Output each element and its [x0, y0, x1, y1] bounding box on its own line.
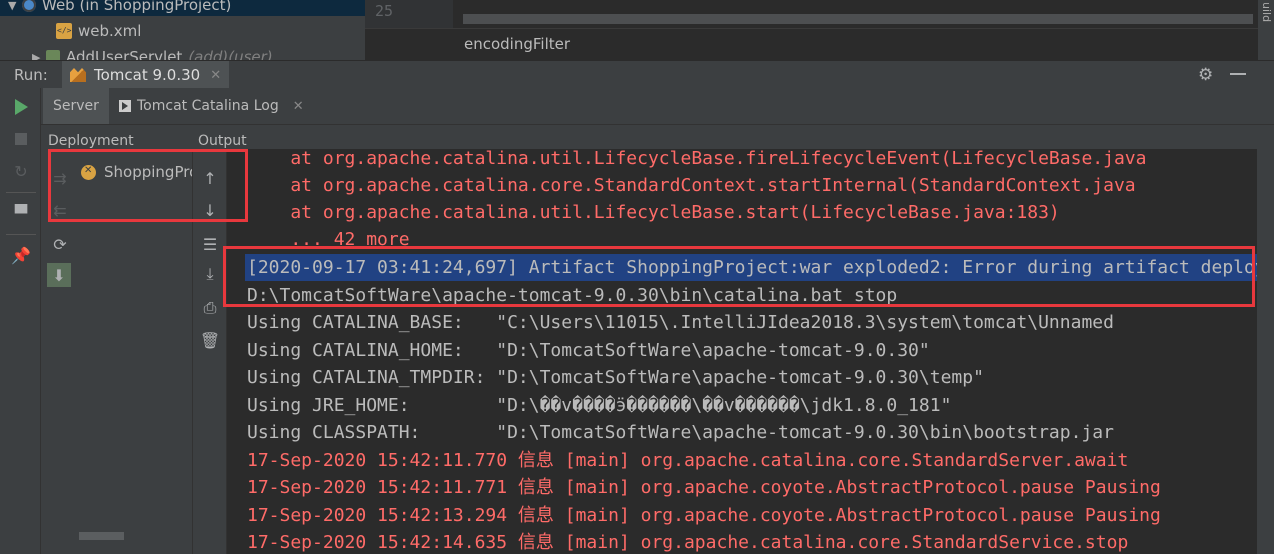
- tree-item-web[interactable]: ▼ Web (in ShoppingProject): [0, 0, 365, 16]
- gear-icon[interactable]: ⚙: [1198, 65, 1213, 85]
- console-line: Using CATALINA_BASE: "C:\Users\11015\.In…: [247, 312, 1114, 333]
- rerun-button[interactable]: ↻: [10, 160, 32, 182]
- refresh-button[interactable]: ⟳: [49, 233, 71, 255]
- console-vertical-scrollbar[interactable]: [1257, 125, 1274, 554]
- deployment-header: Deployment: [48, 133, 134, 149]
- close-icon[interactable]: ✕: [293, 99, 304, 114]
- deployment-horizontal-scrollbar[interactable]: [79, 532, 124, 540]
- minimize-icon[interactable]: [1230, 73, 1246, 75]
- console-line: at org.apache.catalina.util.LifecycleBas…: [247, 202, 1060, 223]
- stop-icon: [15, 133, 27, 145]
- console-line: at org.apache.catalina.util.LifecycleBas…: [247, 149, 1147, 169]
- tree-item-servlet[interactable]: ▶ AddUserServlet (add)(user): [32, 46, 273, 60]
- scroll-to-end-button[interactable]: ⤓: [199, 263, 221, 285]
- tab-label: Server: [53, 98, 99, 114]
- scroll-end-icon: ⤓: [206, 264, 214, 283]
- print-button[interactable]: ⎙: [199, 297, 221, 319]
- line-number: 25: [375, 2, 394, 20]
- run-label: Run:: [14, 66, 48, 84]
- layout-icon: ▀: [14, 203, 28, 223]
- annotation-box: [223, 246, 1255, 307]
- console-icon: [119, 100, 131, 112]
- rerun-icon: ↻: [14, 161, 28, 181]
- expand-arrow-icon[interactable]: ▼: [8, 0, 22, 12]
- annotation-box: [48, 149, 248, 222]
- server-tab-bar: Server Tomcat Catalina Log ✕: [41, 88, 1274, 125]
- soft-wrap-button[interactable]: ☰: [199, 233, 221, 255]
- printer-icon: ⎙: [203, 298, 217, 317]
- run-action-toolbar: ↻ ▀ 📌: [0, 88, 41, 554]
- tab-server[interactable]: Server: [43, 88, 109, 124]
- collapse-arrow-icon[interactable]: ▶: [32, 51, 46, 61]
- toolbar-divider: [6, 234, 36, 235]
- console-line: Using CATALINA_TMPDIR: "D:\TomcatSoftWar…: [247, 367, 984, 388]
- console-line: at org.apache.catalina.core.StandardCont…: [247, 175, 1136, 196]
- stop-button[interactable]: [10, 128, 32, 150]
- build-tool-label[interactable]: uild: [1260, 2, 1273, 22]
- run-window-header: Run: Tomcat 9.0.30 ✕ ⚙: [0, 60, 1274, 89]
- output-header: Output: [198, 133, 247, 149]
- tab-label: Tomcat Catalina Log: [137, 98, 279, 114]
- breadcrumb-item[interactable]: encodingFilter: [464, 35, 570, 53]
- console-line: 17-Sep-2020 15:42:14.635 信息 [main] org.a…: [247, 532, 1129, 553]
- console-output[interactable]: at org.apache.catalina.util.LifecycleBas…: [227, 149, 1257, 554]
- layout-button[interactable]: ▀: [10, 202, 32, 224]
- run-button[interactable]: [10, 96, 32, 118]
- run-config-label: Tomcat 9.0.30: [94, 66, 201, 84]
- xml-file-icon: [56, 23, 72, 39]
- editor-gutter: 25: [365, 0, 453, 28]
- refresh-icon: ⟳: [53, 234, 67, 254]
- editor-horizontal-scrollbar[interactable]: [463, 14, 1253, 24]
- tab-catalina-log[interactable]: Tomcat Catalina Log ✕: [109, 88, 314, 124]
- console-line: Using CATALINA_HOME: "D:\TomcatSoftWare\…: [247, 340, 930, 361]
- clear-button[interactable]: 🗑: [199, 329, 221, 351]
- web-module-icon: [22, 0, 36, 12]
- run-config-tab[interactable]: Tomcat 9.0.30 ✕: [62, 61, 230, 89]
- console-line: 17-Sep-2020 15:42:13.294 信息 [main] org.a…: [247, 505, 1161, 526]
- update-icon: ⬇: [52, 265, 66, 285]
- servlet-icon: [46, 50, 60, 60]
- tree-item-hint: (add)(user): [188, 48, 273, 60]
- project-tree: ▼ Web (in ShoppingProject) web.xml ▶ Add…: [0, 0, 365, 60]
- tree-item-label: Web (in ShoppingProject): [42, 0, 232, 14]
- update-app-button[interactable]: ⬇: [47, 263, 71, 287]
- console-line: Using CLASSPATH: "D:\TomcatSoftWare\apac…: [247, 422, 1114, 443]
- close-icon[interactable]: ✕: [210, 68, 221, 83]
- console-line: 17-Sep-2020 15:42:11.771 信息 [main] org.a…: [247, 477, 1161, 498]
- play-icon: [14, 99, 28, 115]
- trash-icon: 🗑: [199, 330, 221, 350]
- pin-button[interactable]: 📌: [10, 244, 32, 266]
- console-line: 17-Sep-2020 15:42:11.770 信息 [main] org.a…: [247, 450, 1129, 471]
- panel-headers: Deployment Output: [41, 125, 1257, 149]
- pin-icon: 📌: [11, 245, 31, 265]
- breadcrumb: encodingFilter: [365, 28, 1258, 59]
- tomcat-icon: [70, 68, 86, 82]
- tree-item-label: web.xml: [78, 22, 142, 40]
- console-line: Using JRE_HOME: "D:\��v����ӭ������\��v��…: [247, 395, 952, 416]
- tree-item-label: AddUserServlet: [66, 48, 183, 60]
- right-tool-strip: uild: [1258, 0, 1274, 60]
- tree-item-web-xml[interactable]: web.xml: [56, 20, 141, 42]
- wrap-icon: ☰: [202, 234, 218, 254]
- toolbar-divider: [6, 192, 36, 193]
